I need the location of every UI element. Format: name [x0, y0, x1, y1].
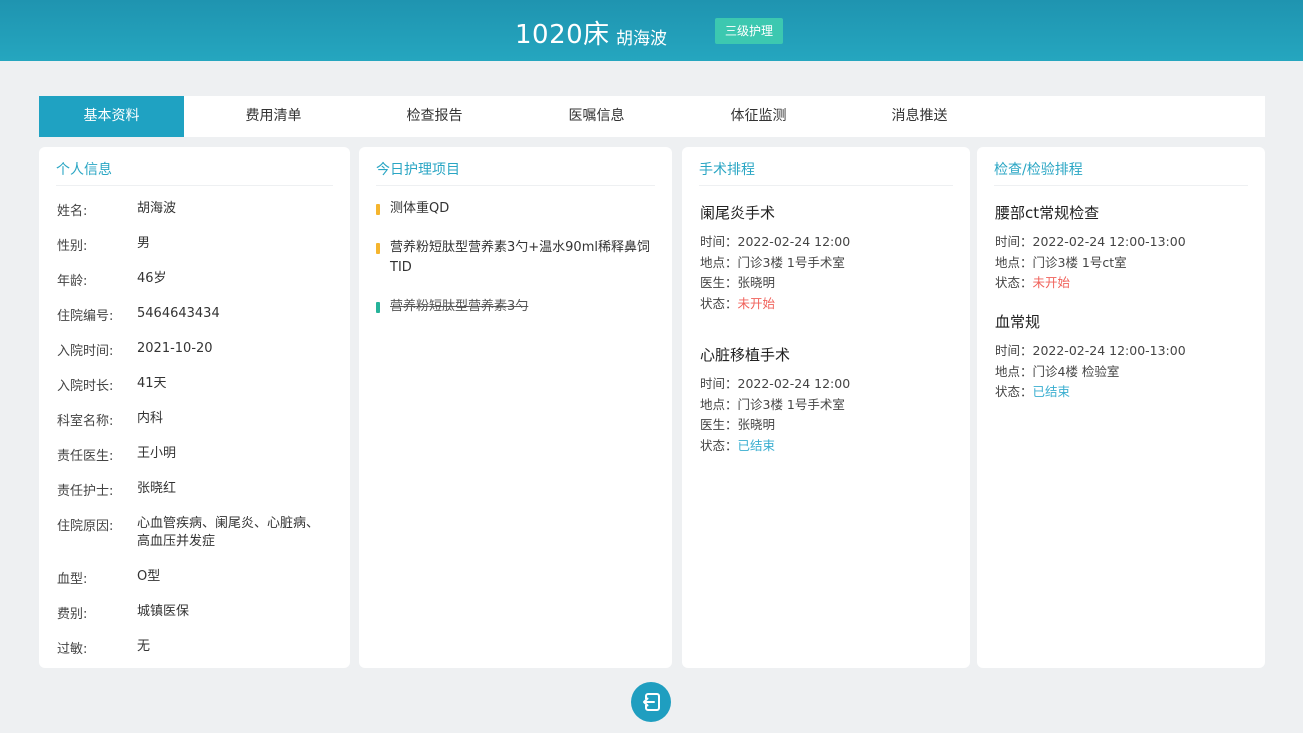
info-label: 年龄: — [57, 274, 88, 289]
exam-name: 腰部ct常规检查 — [995, 204, 1100, 222]
care-items-card: 今日护理项目 测体重QD 营养粉短肽型营养素3勺+温水90ml稀释鼻饲TID 营… — [359, 147, 672, 668]
info-value: 张晓红 — [137, 481, 177, 496]
care-item[interactable]: 营养粉短肽型营养素3勺 — [376, 297, 646, 317]
divider — [994, 185, 1248, 186]
exam-time: 时间：2022-02-24 12:00-13:00 — [995, 234, 1186, 249]
info-value: 胡海波 — [137, 201, 177, 216]
divider — [56, 185, 333, 186]
info-label: 入院时长: — [57, 379, 114, 394]
surgery-place: 地点：门诊3楼 1号手术室 — [700, 254, 845, 270]
tab-fee-list[interactable]: 费用清单 — [201, 96, 346, 137]
info-label: 费别: — [57, 607, 88, 622]
info-value: 城镇医保 — [137, 604, 190, 619]
care-items-title: 今日护理项目 — [376, 162, 460, 178]
bed-number: 1020床 — [515, 20, 610, 50]
surgery-item[interactable]: 阑尾炎手术 时间：2022-02-24 12:00 地点：门诊3楼 1号手术室 … — [700, 202, 850, 314]
care-item[interactable]: 测体重QD — [376, 199, 646, 219]
exit-button[interactable] — [631, 682, 671, 722]
surgery-status-line: 状态：已结束 — [700, 436, 850, 457]
info-value: 王小明 — [137, 446, 177, 461]
exam-time: 时间：2022-02-24 12:00-13:00 — [995, 343, 1186, 358]
info-label: 血型: — [57, 572, 88, 587]
status-value: 已结束 — [737, 437, 776, 453]
surgery-doctor: 医生：张晓明 — [700, 275, 776, 290]
exam-place: 地点：门诊3楼 1号ct室 — [995, 254, 1127, 270]
info-value: 46岁 — [137, 271, 167, 286]
exit-icon — [643, 693, 660, 711]
status-value: 未开始 — [1032, 275, 1071, 290]
tab-bar: 基本资料 费用清单 检查报告 医嘱信息 体征监测 消息推送 — [39, 96, 1265, 137]
info-value: 41天 — [137, 376, 167, 391]
exam-name: 血常规 — [995, 313, 1041, 331]
divider — [699, 185, 953, 186]
care-item-text: 营养粉短肽型营养素3勺 — [390, 299, 529, 314]
status-marker — [376, 243, 380, 254]
info-value: 2021-10-20 — [137, 341, 213, 356]
surgery-time: 时间：2022-02-24 12:00 — [700, 234, 851, 249]
info-label: 住院编号: — [57, 309, 114, 324]
surgery-schedule-title: 手术排程 — [699, 162, 755, 178]
surgery-schedule-card: 手术排程 阑尾炎手术 时间：2022-02-24 12:00 地点：门诊3楼 1… — [682, 147, 970, 668]
info-label: 科室名称: — [57, 414, 114, 429]
tab-exam-report[interactable]: 检查报告 — [362, 96, 507, 137]
tab-basic-info[interactable]: 基本资料 — [39, 96, 184, 137]
info-label: 入院时间: — [57, 344, 114, 359]
info-value: 内科 — [137, 411, 164, 426]
surgery-name: 阑尾炎手术 — [700, 204, 776, 222]
personal-info-card: 个人信息 姓名: 胡海波 性别: 男 年龄: 46岁 住院编号: 5464643… — [39, 147, 350, 668]
personal-info-title: 个人信息 — [56, 162, 112, 178]
exam-schedule-card: 检查/检验排程 腰部ct常规检查 时间：2022-02-24 12:00-13:… — [977, 147, 1265, 668]
tab-vital-signs[interactable]: 体征监测 — [686, 96, 831, 137]
info-label: 性别: — [57, 239, 88, 254]
info-value: 心血管疾病、阑尾炎、心脏病、高血压并发症 — [137, 516, 320, 549]
status-marker — [376, 204, 380, 215]
info-label: 责任医生: — [57, 449, 114, 464]
exam-schedule-title: 检查/检验排程 — [994, 162, 1083, 178]
exam-place: 地点：门诊4楼 检验室 — [995, 363, 1120, 379]
care-item[interactable]: 营养粉短肽型营养素3勺+温水90ml稀释鼻饲TID — [376, 238, 650, 278]
surgery-name: 心脏移植手术 — [700, 346, 791, 364]
info-label: 过敏: — [57, 642, 88, 657]
exam-status-line: 状态：已结束 — [995, 382, 1186, 403]
status-marker — [376, 302, 380, 313]
exam-item[interactable]: 腰部ct常规检查 时间：2022-02-24 12:00-13:00 地点：门诊… — [995, 202, 1186, 294]
info-label: 责任护士: — [57, 484, 114, 499]
surgery-status-line: 状态：未开始 — [700, 294, 850, 315]
tab-medical-orders[interactable]: 医嘱信息 — [524, 96, 669, 137]
exam-status-line: 状态：未开始 — [995, 273, 1186, 294]
status-value: 已结束 — [1032, 384, 1071, 399]
divider — [376, 185, 655, 186]
status-label: 状态： — [700, 295, 738, 311]
care-item-text: 营养粉短肽型营养素3勺+温水90ml稀释鼻饲TID — [390, 240, 650, 275]
status-label: 状态： — [995, 275, 1033, 290]
info-value: 5464643434 — [137, 306, 220, 321]
patient-name: 胡海波 — [616, 29, 667, 49]
exam-item[interactable]: 血常规 时间：2022-02-24 12:00-13:00 地点：门诊4楼 检验… — [995, 311, 1186, 403]
surgery-item[interactable]: 心脏移植手术 时间：2022-02-24 12:00 地点：门诊3楼 1号手术室… — [700, 344, 850, 456]
info-value: O型 — [137, 569, 161, 584]
status-label: 状态： — [700, 437, 738, 453]
top-header: 1020床 胡海波 三级护理 — [0, 0, 1303, 61]
info-label: 姓名: — [57, 204, 88, 219]
surgery-time: 时间：2022-02-24 12:00 — [700, 376, 851, 391]
care-item-text: 测体重QD — [390, 201, 450, 216]
info-label: 住院原因: — [57, 519, 114, 534]
surgery-place: 地点：门诊3楼 1号手术室 — [700, 396, 845, 412]
info-value: 无 — [137, 639, 151, 654]
info-value: 男 — [137, 236, 151, 251]
surgery-doctor: 医生：张晓明 — [700, 417, 776, 432]
status-label: 状态： — [995, 384, 1033, 399]
status-value: 未开始 — [737, 295, 776, 311]
tab-message-push[interactable]: 消息推送 — [847, 96, 992, 137]
care-level-badge: 三级护理 — [715, 18, 784, 44]
